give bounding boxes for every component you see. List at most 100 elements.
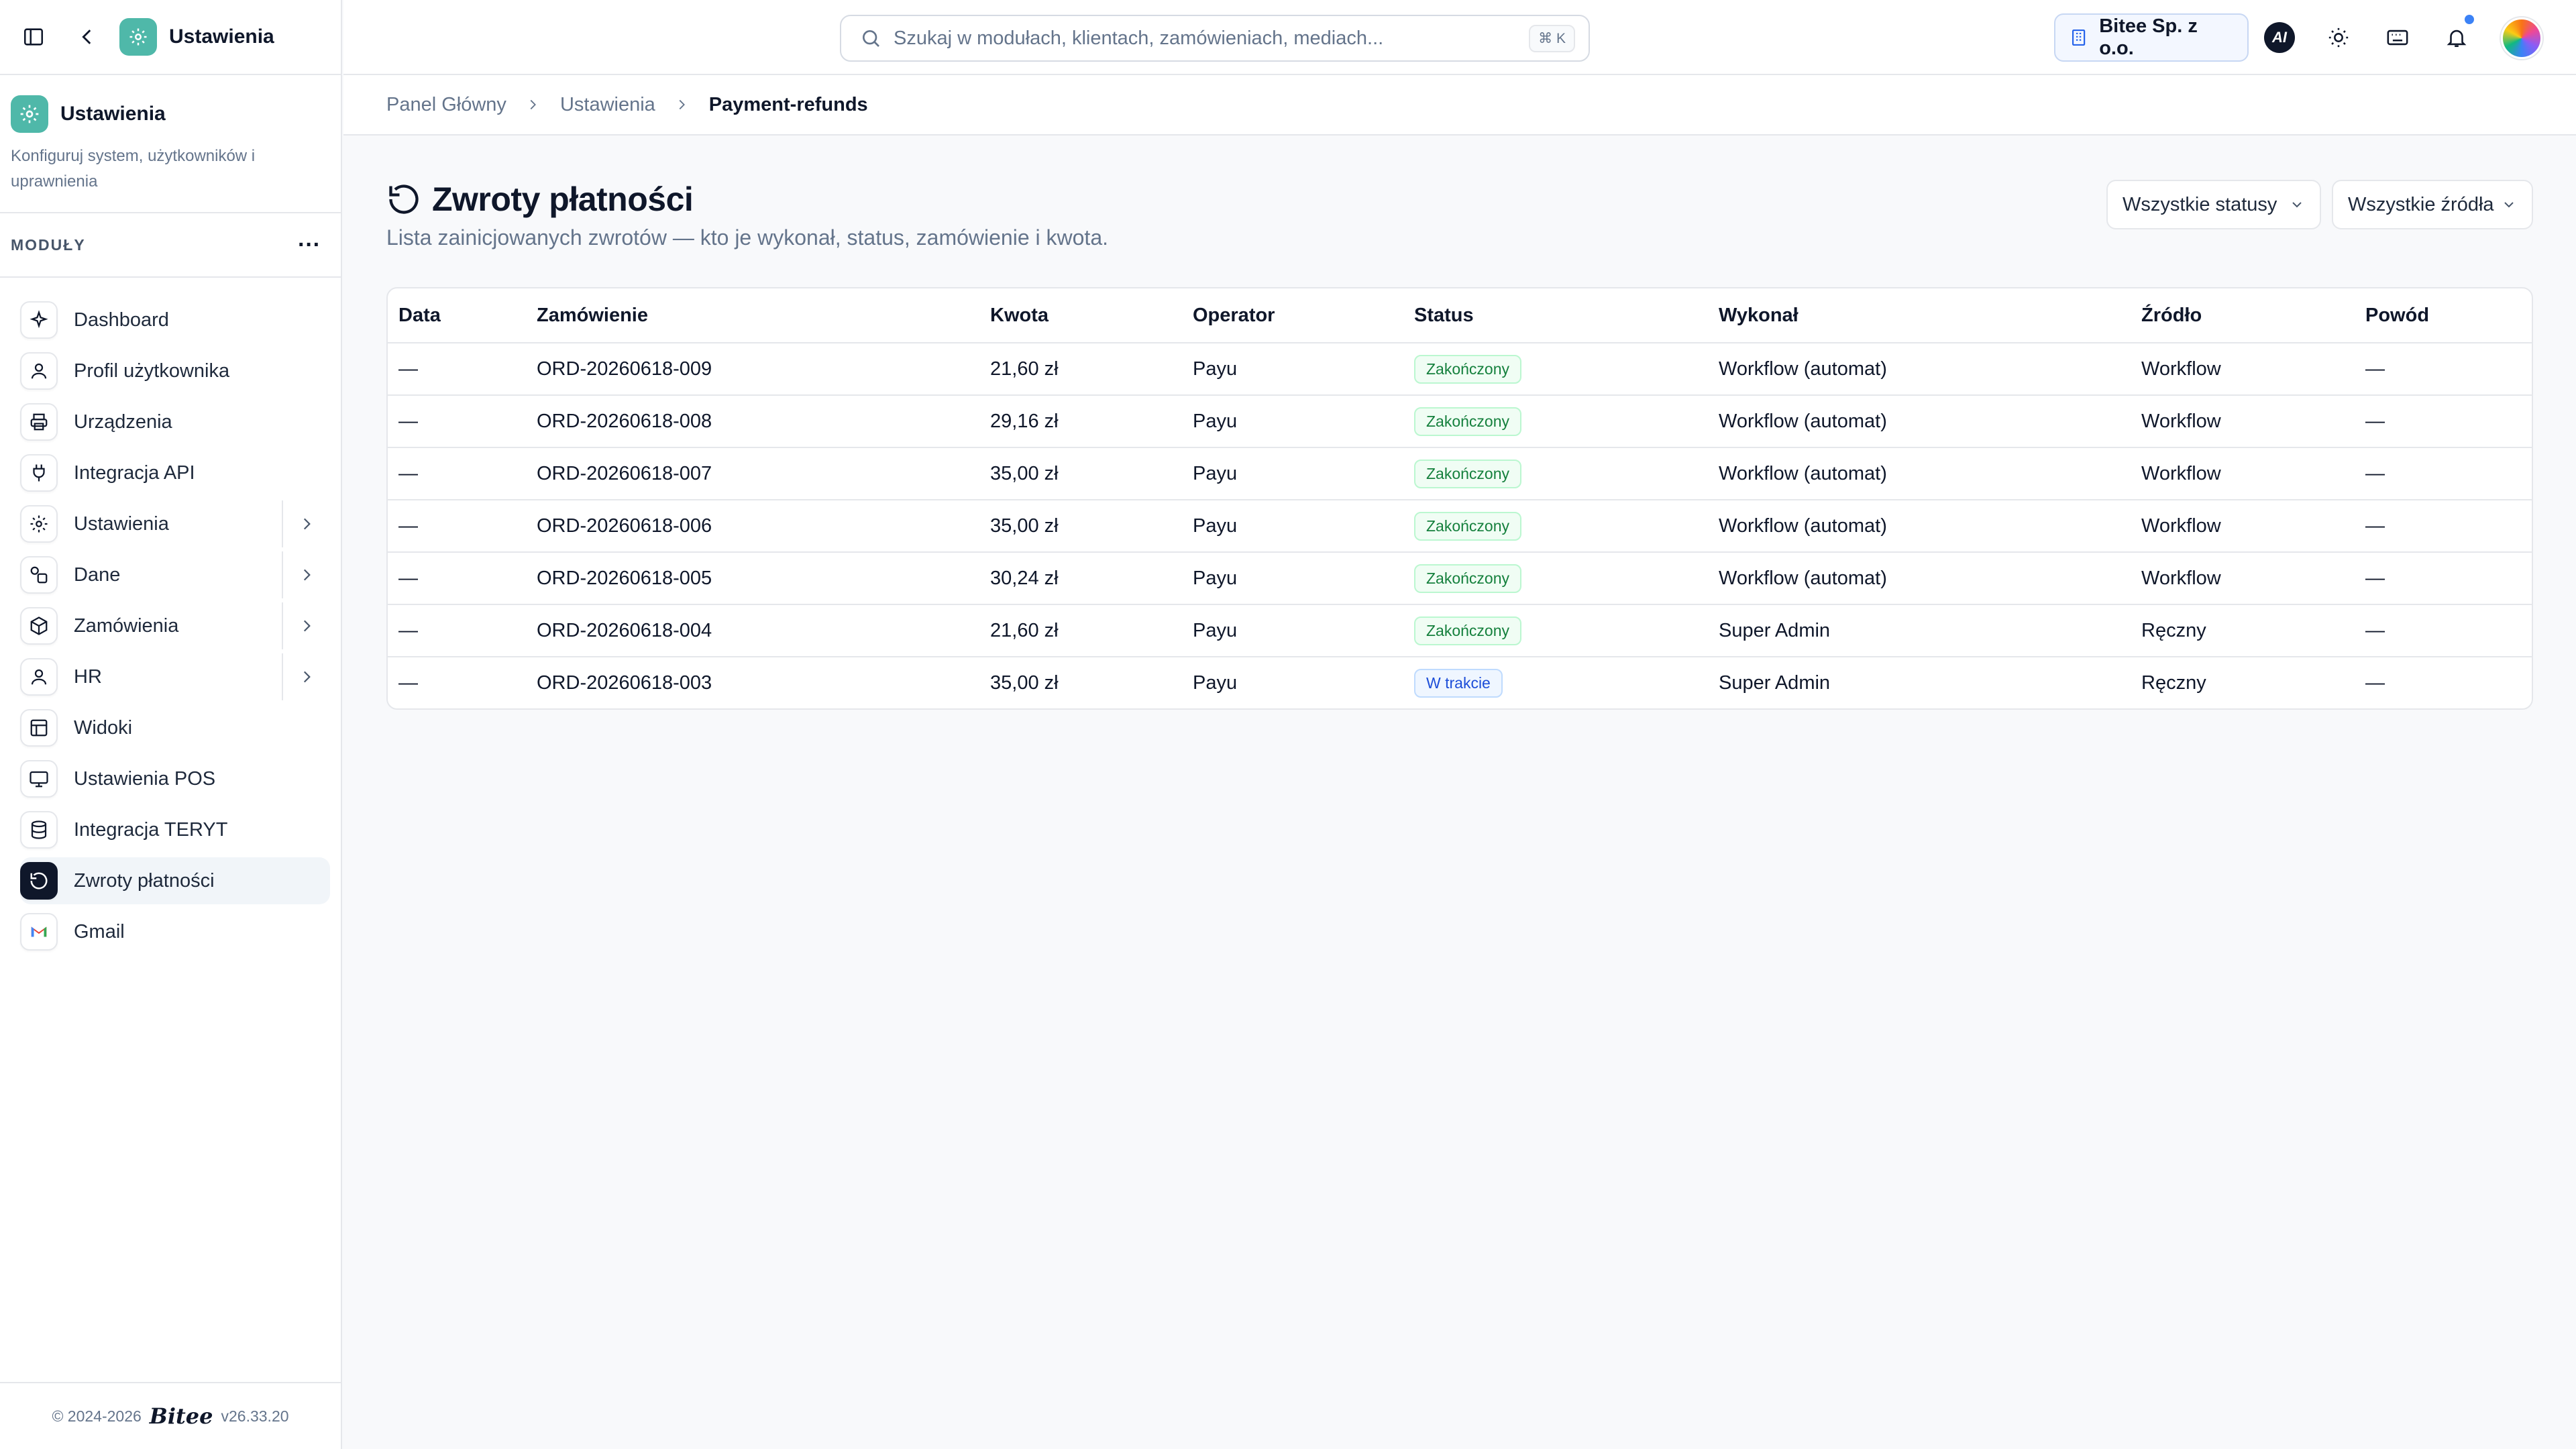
notifications-button[interactable] bbox=[2438, 15, 2475, 56]
more-options-icon[interactable]: ··· bbox=[298, 233, 321, 256]
column-header-reason[interactable]: Powód bbox=[2355, 305, 2529, 327]
cell-amount: 30,24 zł bbox=[990, 567, 1059, 589]
sidebar-item-label: Dashboard bbox=[74, 309, 169, 331]
source-filter-select[interactable]: Wszystkie źródła bbox=[2332, 180, 2533, 229]
cell-executed-by: Super Admin bbox=[1719, 672, 1831, 694]
status-filter-select[interactable]: Wszystkie statusy bbox=[2106, 180, 2321, 229]
data-icon bbox=[20, 556, 58, 594]
module-description: Konfiguruj system, użytkowników i uprawn… bbox=[11, 147, 256, 191]
table-row[interactable]: — ORD-20260618-006 35,00 zł Payu Zakończ… bbox=[388, 499, 2532, 551]
cell-amount: 21,60 zł bbox=[990, 358, 1059, 380]
source-filter-value: Wszystkie źródła bbox=[2348, 193, 2494, 215]
status-badge: Zakończony bbox=[1414, 354, 1522, 384]
sidebar-item-orders[interactable]: Zamówienia bbox=[20, 602, 330, 649]
page-subtitle: Lista zainicjowanych zwrotów — kto je wy… bbox=[386, 225, 1108, 250]
sidebar-item-devices[interactable]: Urządzenia bbox=[20, 398, 330, 445]
global-search[interactable]: Szukaj w modułach, klientach, zamówienia… bbox=[840, 15, 1590, 62]
cell-status: Zakończony bbox=[1403, 354, 1708, 384]
cell-date: — bbox=[398, 619, 418, 641]
cell-executed-by: Workflow (automat) bbox=[1719, 462, 1887, 484]
chevron-right-icon[interactable] bbox=[282, 500, 330, 547]
sidebar-item-dashboard[interactable]: Dashboard bbox=[20, 297, 330, 343]
column-header-status[interactable]: Status bbox=[1403, 305, 1708, 327]
printer-icon bbox=[20, 403, 58, 441]
cell-operator: Payu bbox=[1193, 358, 1238, 380]
sidebar-item-views[interactable]: Widoki bbox=[20, 704, 330, 751]
sidebar-item-profile[interactable]: Profil użytkownika bbox=[20, 347, 330, 394]
column-header-operator[interactable]: Operator bbox=[1182, 305, 1403, 327]
sidebar-item-hr[interactable]: HR bbox=[20, 653, 330, 700]
column-header-amount[interactable]: Kwota bbox=[979, 305, 1182, 327]
cell-amount: 21,60 zł bbox=[990, 619, 1059, 641]
monitor-icon bbox=[20, 760, 58, 798]
sidebar-item-label: Integracja API bbox=[74, 462, 195, 484]
table-row[interactable]: — ORD-20260618-003 35,00 zł Payu W trakc… bbox=[388, 656, 2532, 708]
cell-date: — bbox=[398, 358, 418, 380]
sidebar-item-gmail[interactable]: Gmail bbox=[20, 908, 330, 955]
cell-executed-by: Workflow (automat) bbox=[1719, 515, 1887, 537]
table-row[interactable]: — ORD-20260618-007 35,00 zł Payu Zakończ… bbox=[388, 447, 2532, 499]
avatar[interactable] bbox=[2501, 17, 2542, 59]
cell-status: W trakcie bbox=[1403, 668, 1708, 698]
chevron-right-icon bbox=[674, 97, 690, 113]
cell-order: ORD-20260618-009 bbox=[537, 358, 712, 380]
chevron-right-icon[interactable] bbox=[282, 602, 330, 649]
database-icon bbox=[20, 811, 58, 849]
cell-amount: 29,16 zł bbox=[990, 410, 1059, 432]
sidebar-item-label: Widoki bbox=[74, 716, 133, 739]
cell-reason: — bbox=[2365, 515, 2385, 537]
cell-reason: — bbox=[2365, 410, 2385, 432]
sidebar-item-label: Gmail bbox=[74, 920, 125, 943]
column-header-source[interactable]: Źródło bbox=[2131, 305, 2355, 327]
sun-icon bbox=[2328, 28, 2349, 48]
sidebar-item-teryt[interactable]: Integracja TERYT bbox=[20, 806, 330, 853]
layout-icon bbox=[20, 709, 58, 747]
cell-order: ORD-20260618-007 bbox=[537, 462, 712, 484]
keyboard-icon bbox=[2387, 30, 2408, 46]
cell-executed-by: Workflow (automat) bbox=[1719, 410, 1887, 432]
chevron-down-icon bbox=[2504, 202, 2514, 208]
cell-date: — bbox=[398, 410, 418, 432]
user-icon bbox=[20, 658, 58, 696]
box-icon bbox=[20, 607, 58, 645]
cell-reason: — bbox=[2365, 567, 2385, 589]
plug-icon bbox=[20, 454, 58, 492]
sidebar-toggle-icon[interactable] bbox=[20, 23, 47, 50]
modules-section-header: MODUŁY ··· bbox=[0, 213, 341, 278]
cell-order: ORD-20260618-005 bbox=[537, 567, 712, 589]
theme-toggle-button[interactable] bbox=[2320, 19, 2357, 56]
sidebar-item-settings[interactable]: Ustawienia bbox=[20, 500, 330, 547]
module-info: Ustawienia Konfiguruj system, użytkownik… bbox=[0, 75, 341, 213]
column-header-executed-by[interactable]: Wykonał bbox=[1708, 305, 2131, 327]
main-content: Zwroty płatności Lista zainicjowanych zw… bbox=[386, 136, 2533, 710]
table-row[interactable]: — ORD-20260618-005 30,24 zł Payu Zakończ… bbox=[388, 551, 2532, 604]
breadcrumb-home[interactable]: Panel Główny bbox=[386, 94, 506, 116]
sidebar-item-label: Urządzenia bbox=[74, 411, 172, 433]
chevron-right-icon[interactable] bbox=[282, 653, 330, 700]
cell-status: Zakończony bbox=[1403, 616, 1708, 645]
keyboard-shortcuts-button[interactable] bbox=[2379, 19, 2416, 56]
column-header-date[interactable]: Data bbox=[388, 305, 526, 327]
sidebar-item-payment-refunds[interactable]: Zwroty płatności bbox=[20, 857, 330, 904]
ai-assistant-button[interactable]: AI bbox=[2261, 19, 2298, 56]
sidebar-item-label: Integracja TERYT bbox=[74, 818, 228, 841]
back-icon[interactable] bbox=[74, 23, 101, 50]
sidebar-item-api[interactable]: Integracja API bbox=[20, 449, 330, 496]
cell-executed-by: Workflow (automat) bbox=[1719, 358, 1887, 380]
page-header: Zwroty płatności Lista zainicjowanych zw… bbox=[386, 136, 2533, 287]
breadcrumb-settings[interactable]: Ustawienia bbox=[560, 94, 655, 116]
company-switcher[interactable]: Bitee Sp. z o.o. bbox=[2054, 13, 2249, 62]
chevron-right-icon[interactable] bbox=[282, 551, 330, 598]
table-row[interactable]: — ORD-20260618-008 29,16 zł Payu Zakończ… bbox=[388, 394, 2532, 447]
cell-operator: Payu bbox=[1193, 619, 1238, 641]
sidebar-item-data[interactable]: Dane bbox=[20, 551, 330, 598]
page-title: Zwroty płatności bbox=[432, 180, 694, 218]
table-row[interactable]: — ORD-20260618-009 21,60 zł Payu Zakończ… bbox=[388, 342, 2532, 394]
chevron-down-icon bbox=[2292, 202, 2302, 208]
settings-module-icon bbox=[119, 18, 157, 56]
search-input[interactable]: Szukaj w modułach, klientach, zamówienia… bbox=[894, 28, 1529, 50]
table-row[interactable]: — ORD-20260618-004 21,60 zł Payu Zakończ… bbox=[388, 604, 2532, 656]
column-header-order[interactable]: Zamówienie bbox=[526, 305, 979, 327]
sidebar-item-pos[interactable]: Ustawienia POS bbox=[20, 755, 330, 802]
cell-status: Zakończony bbox=[1403, 511, 1708, 541]
